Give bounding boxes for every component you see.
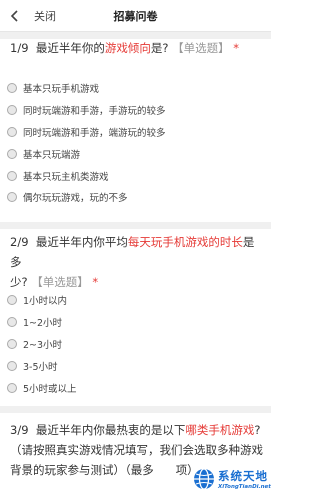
question-text-end: 是?	[150, 41, 169, 55]
question-text: 最近半年你的	[35, 41, 105, 55]
radio-button[interactable]	[7, 149, 17, 159]
option-label: 1小时以内	[23, 296, 68, 307]
question-1-title: 1/9 最近半年你的游戏倾向是? 【单选题】 *	[10, 38, 265, 58]
watermark-title: 系统天地	[218, 469, 268, 483]
radio-button[interactable]	[7, 171, 17, 181]
option-label: 基本只玩端游	[23, 150, 81, 161]
q1-option-3[interactable]: 同时玩端游和手游，端游玩的较多	[7, 124, 166, 140]
radio-button[interactable]	[7, 105, 17, 115]
required-mark: *	[92, 275, 99, 289]
question-2-title: 2/9 最近半年内你平均每天玩手机游戏的时长是多 少? 【单选题】 *	[10, 232, 265, 292]
question-highlight: 每天玩手机游戏的时长	[127, 235, 243, 249]
q2-option-4[interactable]: 3-5小时	[7, 358, 58, 374]
q2-option-5[interactable]: 5小时或以上	[7, 380, 77, 396]
question-highlight: 游戏倾向	[104, 41, 151, 55]
watermark: 系统天地 XiTongTianDi.net	[191, 458, 271, 500]
q2-option-3[interactable]: 2~3小时	[7, 336, 62, 352]
section-divider	[0, 222, 271, 229]
q1-option-2[interactable]: 同时玩端游和手游，手游玩的较多	[7, 102, 166, 118]
question-text-line2: 少?	[10, 275, 28, 289]
question-text-end: ?	[254, 423, 261, 437]
option-label: 3-5小时	[23, 362, 58, 373]
radio-button[interactable]	[7, 192, 17, 202]
radio-button[interactable]	[7, 295, 17, 305]
question-type: 【单选题】	[31, 275, 89, 289]
option-label: 同时玩端游和手游，端游玩的较多	[23, 128, 166, 139]
q1-option-1[interactable]: 基本只玩手机游戏	[7, 80, 99, 96]
q1-option-6[interactable]: 偶尔玩玩游戏，玩的不多	[7, 189, 128, 205]
q2-option-2[interactable]: 1~2小时	[7, 314, 62, 330]
option-label: 基本只玩手机游戏	[23, 84, 100, 95]
required-mark: *	[233, 41, 239, 55]
question-number: 2/9	[10, 235, 29, 249]
radio-button[interactable]	[7, 361, 17, 371]
question-note-line1: （请按照真实游戏情况填写，我们会选取多种游戏	[10, 443, 263, 457]
option-label: 1~2小时	[23, 318, 63, 329]
question-type: 【单选题】	[172, 41, 230, 55]
question-note-line2: 背景的玩家参与测试）（最多	[10, 463, 154, 477]
question-number: 1/9	[10, 41, 29, 55]
q1-option-4[interactable]: 基本只玩端游	[7, 146, 80, 162]
radio-button[interactable]	[7, 339, 17, 349]
option-label: 2~3小时	[23, 340, 63, 351]
question-text: 最近半年内你平均	[35, 235, 128, 249]
question-text: 最近半年内你最热衷的是以下	[35, 423, 186, 437]
radio-button[interactable]	[7, 83, 17, 93]
watermark-url: XiTongTianDi.net	[218, 484, 271, 490]
q2-option-1[interactable]: 1小时以内	[7, 292, 67, 308]
option-label: 基本只玩主机类游戏	[23, 172, 109, 183]
page-title: 招募问卷	[113, 10, 158, 23]
question-highlight: 哪类手机游戏	[185, 423, 255, 437]
radio-button[interactable]	[7, 383, 17, 393]
question-number: 3/9	[10, 423, 29, 437]
option-label: 同时玩端游和手游，手游玩的较多	[23, 106, 166, 117]
option-label: 偶尔玩玩游戏，玩的不多	[23, 193, 128, 204]
top-bar: 关闭 招募问卷	[0, 0, 271, 32]
radio-button[interactable]	[7, 127, 17, 137]
section-divider	[0, 406, 271, 413]
q1-option-5[interactable]: 基本只玩主机类游戏	[7, 168, 109, 184]
globe-logo-icon	[194, 468, 214, 490]
option-label: 5小时或以上	[23, 384, 77, 395]
radio-button[interactable]	[7, 317, 17, 327]
